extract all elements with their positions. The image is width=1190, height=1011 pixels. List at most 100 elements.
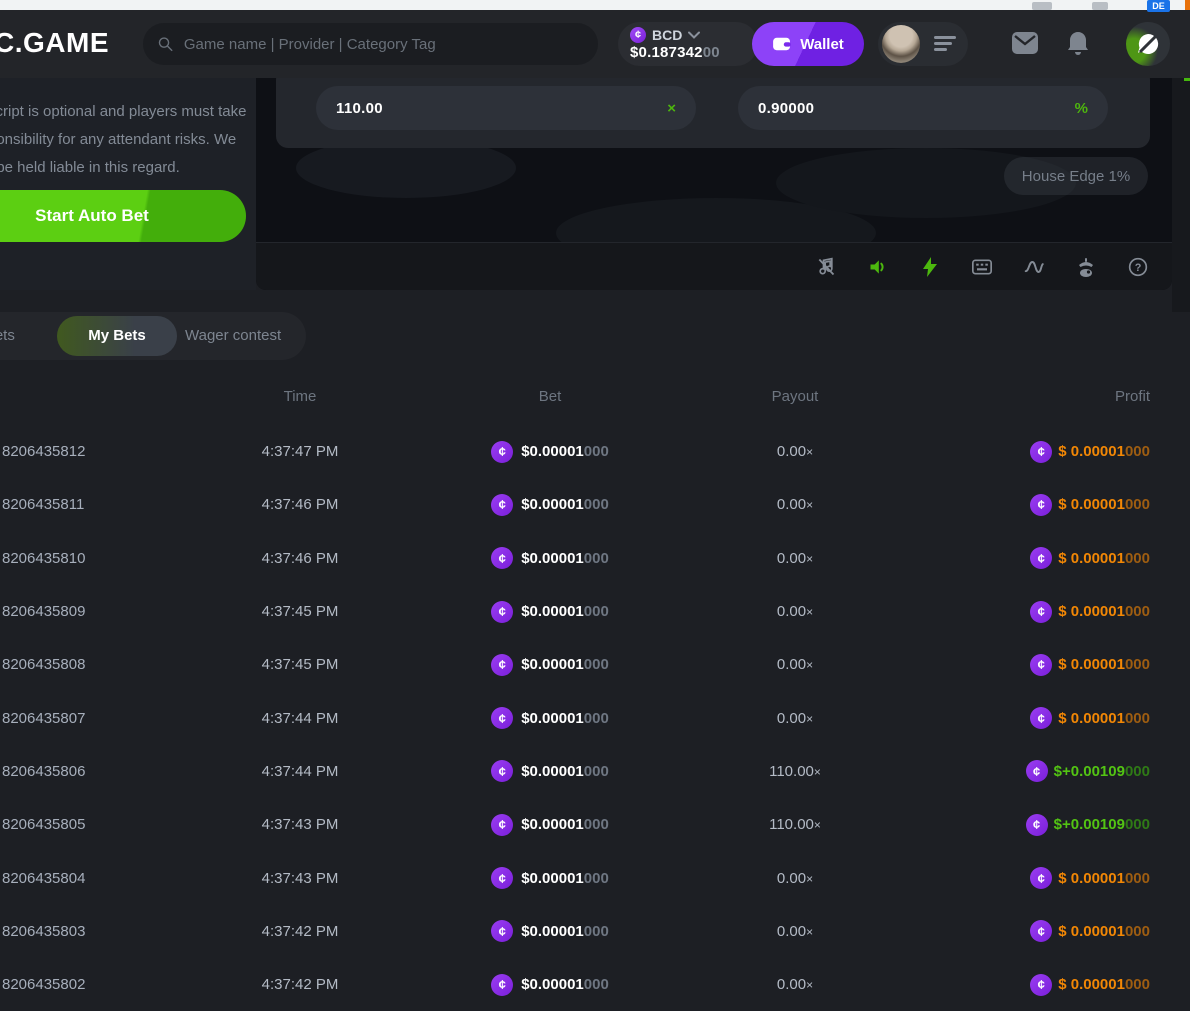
profit-value: $ 0.00001000 [1058, 496, 1150, 513]
hotkeys-icon[interactable] [972, 257, 992, 277]
profit-cell: ¢ $ 0.00001000 [920, 867, 1150, 889]
bet-amount-dim: 000 [584, 763, 609, 780]
tab-my-bets[interactable]: My Bets [57, 316, 177, 356]
bet-amount: $0.00001000 [521, 923, 609, 940]
bet-amount-cell: ¢ $0.00001000 [430, 601, 670, 623]
payout-multiplier-field[interactable]: × [316, 86, 696, 130]
bet-id[interactable]: 8206435803 [0, 923, 170, 940]
avatar[interactable] [882, 25, 920, 63]
bet-id[interactable]: 8206435807 [0, 710, 170, 727]
bet-id[interactable]: 8206435802 [0, 976, 170, 993]
payout-cell: 0.00× [670, 710, 920, 727]
site-logo[interactable]: C.GAME [0, 27, 109, 59]
payout-multiplier-input[interactable] [336, 100, 667, 117]
bet-row[interactable]: 8206435807 4:37:44 PM ¢ $0.00001000 0.00… [0, 691, 1190, 744]
bet-id[interactable]: 8206435812 [0, 443, 170, 460]
start-auto-bet-button[interactable]: Start Auto Bet [0, 190, 246, 242]
profit-main: 0.00001 [1071, 870, 1125, 887]
bet-row[interactable]: 8206435806 4:37:44 PM ¢ $0.00001000 110.… [0, 745, 1190, 798]
profit-dim: 000 [1125, 763, 1150, 780]
trends-icon[interactable] [1024, 257, 1044, 277]
win-chance-input[interactable] [758, 100, 1075, 117]
wallet-button[interactable]: Wallet [752, 22, 864, 66]
autobet-sidebar: script is optional and players must take… [0, 78, 256, 290]
search-bar[interactable] [143, 23, 598, 65]
profit-value: $ 0.00001000 [1058, 710, 1150, 727]
bcd-coin-icon: ¢ [491, 441, 513, 463]
currency-selector[interactable]: ¢ BCD $0.18734200 [618, 22, 758, 66]
profit-value: $ 0.00001000 [1058, 870, 1150, 887]
bet-amount-cell: ¢ $0.00001000 [430, 920, 670, 942]
profit-prefix: $ [1058, 710, 1071, 727]
bet-row[interactable]: 8206435804 4:37:43 PM ¢ $0.00001000 0.00… [0, 851, 1190, 904]
bet-id[interactable]: 8206435808 [0, 656, 170, 673]
instant-bet-icon[interactable] [920, 257, 940, 277]
payout-cell: 0.00× [670, 870, 920, 887]
bet-amount-main: $0.00001 [521, 816, 584, 833]
col-header-time: Time [170, 388, 430, 405]
bet-id[interactable]: 8206435809 [0, 603, 170, 620]
bet-amount-cell: ¢ $0.00001000 [430, 654, 670, 676]
balance-amount: $0.18734200 [630, 44, 748, 61]
seeds-icon[interactable] [1076, 257, 1096, 277]
search-input[interactable] [184, 36, 584, 53]
bet-row[interactable]: 8206435809 4:37:45 PM ¢ $0.00001000 0.00… [0, 585, 1190, 638]
sound-on-icon[interactable] [868, 257, 888, 277]
bet-row[interactable]: 8206435808 4:37:45 PM ¢ $0.00001000 0.00… [0, 638, 1190, 691]
bet-amount-dim: 000 [584, 816, 609, 833]
profit-prefix: $ [1058, 976, 1071, 993]
bet-id[interactable]: 8206435806 [0, 763, 170, 780]
profit-prefix: $+ [1054, 763, 1071, 780]
profit-value: $+0.00109000 [1054, 763, 1150, 780]
bet-amount: $0.00001000 [521, 870, 609, 887]
profit-dim: 000 [1125, 550, 1150, 567]
profit-prefix: $ [1058, 443, 1071, 460]
browser-toolbar-fragment [1092, 2, 1108, 10]
bet-amount: $0.00001000 [521, 816, 609, 833]
help-icon[interactable]: ? [1128, 257, 1148, 277]
percent-suffix: % [1075, 100, 1088, 117]
profit-dim: 000 [1125, 656, 1150, 673]
bet-row[interactable]: 8206435811 4:37:46 PM ¢ $0.00001000 0.00… [0, 478, 1190, 531]
payout-value: 110.00 [769, 816, 814, 833]
payout-value: 0.00 [777, 603, 806, 620]
tab-wager-contest[interactable]: Wager contest [185, 312, 281, 360]
bet-row[interactable]: 8206435802 4:37:42 PM ¢ $0.00001000 0.00… [0, 958, 1190, 1011]
wallet-icon [772, 36, 792, 52]
bet-amount-dim: 000 [584, 443, 609, 460]
profit-dim: 000 [1125, 923, 1150, 940]
bet-id[interactable]: 8206435811 [0, 496, 170, 513]
payout-value: 0.00 [777, 443, 806, 460]
language-extension-badge[interactable]: DE [1147, 0, 1170, 12]
bcd-coin-icon: ¢ [1030, 654, 1052, 676]
profit-cell: ¢ $ 0.00001000 [920, 441, 1150, 463]
bet-row[interactable]: 8206435803 4:37:42 PM ¢ $0.00001000 0.00… [0, 905, 1190, 958]
bet-row[interactable]: 8206435812 4:37:47 PM ¢ $0.00001000 0.00… [0, 425, 1190, 478]
multiplier-suffix: × [667, 100, 676, 117]
bet-row[interactable]: 8206435805 4:37:43 PM ¢ $0.00001000 110.… [0, 798, 1190, 851]
mail-icon[interactable] [1012, 32, 1038, 54]
bcd-coin-icon: ¢ [1030, 494, 1052, 516]
bet-amount-dim: 000 [584, 550, 609, 567]
bet-id[interactable]: 8206435805 [0, 816, 170, 833]
bet-time: 4:37:44 PM [170, 710, 430, 727]
profit-value: $+0.00109000 [1054, 816, 1150, 833]
music-off-icon[interactable] [816, 257, 836, 277]
menu-list-icon[interactable] [934, 36, 956, 54]
bet-amount-cell: ¢ $0.00001000 [430, 814, 670, 836]
bet-row[interactable]: 8206435810 4:37:46 PM ¢ $0.00001000 0.00… [0, 532, 1190, 585]
payout-cell: 0.00× [670, 923, 920, 940]
bet-time: 4:37:45 PM [170, 603, 430, 620]
bell-icon[interactable] [1066, 30, 1090, 58]
bet-id[interactable]: 8206435804 [0, 870, 170, 887]
bet-time: 4:37:44 PM [170, 763, 430, 780]
bet-amount-dim: 000 [584, 496, 609, 513]
payout-value: 0.00 [777, 923, 806, 940]
bet-amount-cell: ¢ $0.00001000 [430, 547, 670, 569]
bet-id[interactable]: 8206435810 [0, 550, 170, 567]
chat-toggle-button[interactable] [1126, 22, 1170, 66]
bet-amount-dim: 000 [584, 603, 609, 620]
tab-all-bets[interactable]: All Bets [0, 312, 15, 360]
bet-time: 4:37:42 PM [170, 976, 430, 993]
win-chance-field[interactable]: % [738, 86, 1108, 130]
